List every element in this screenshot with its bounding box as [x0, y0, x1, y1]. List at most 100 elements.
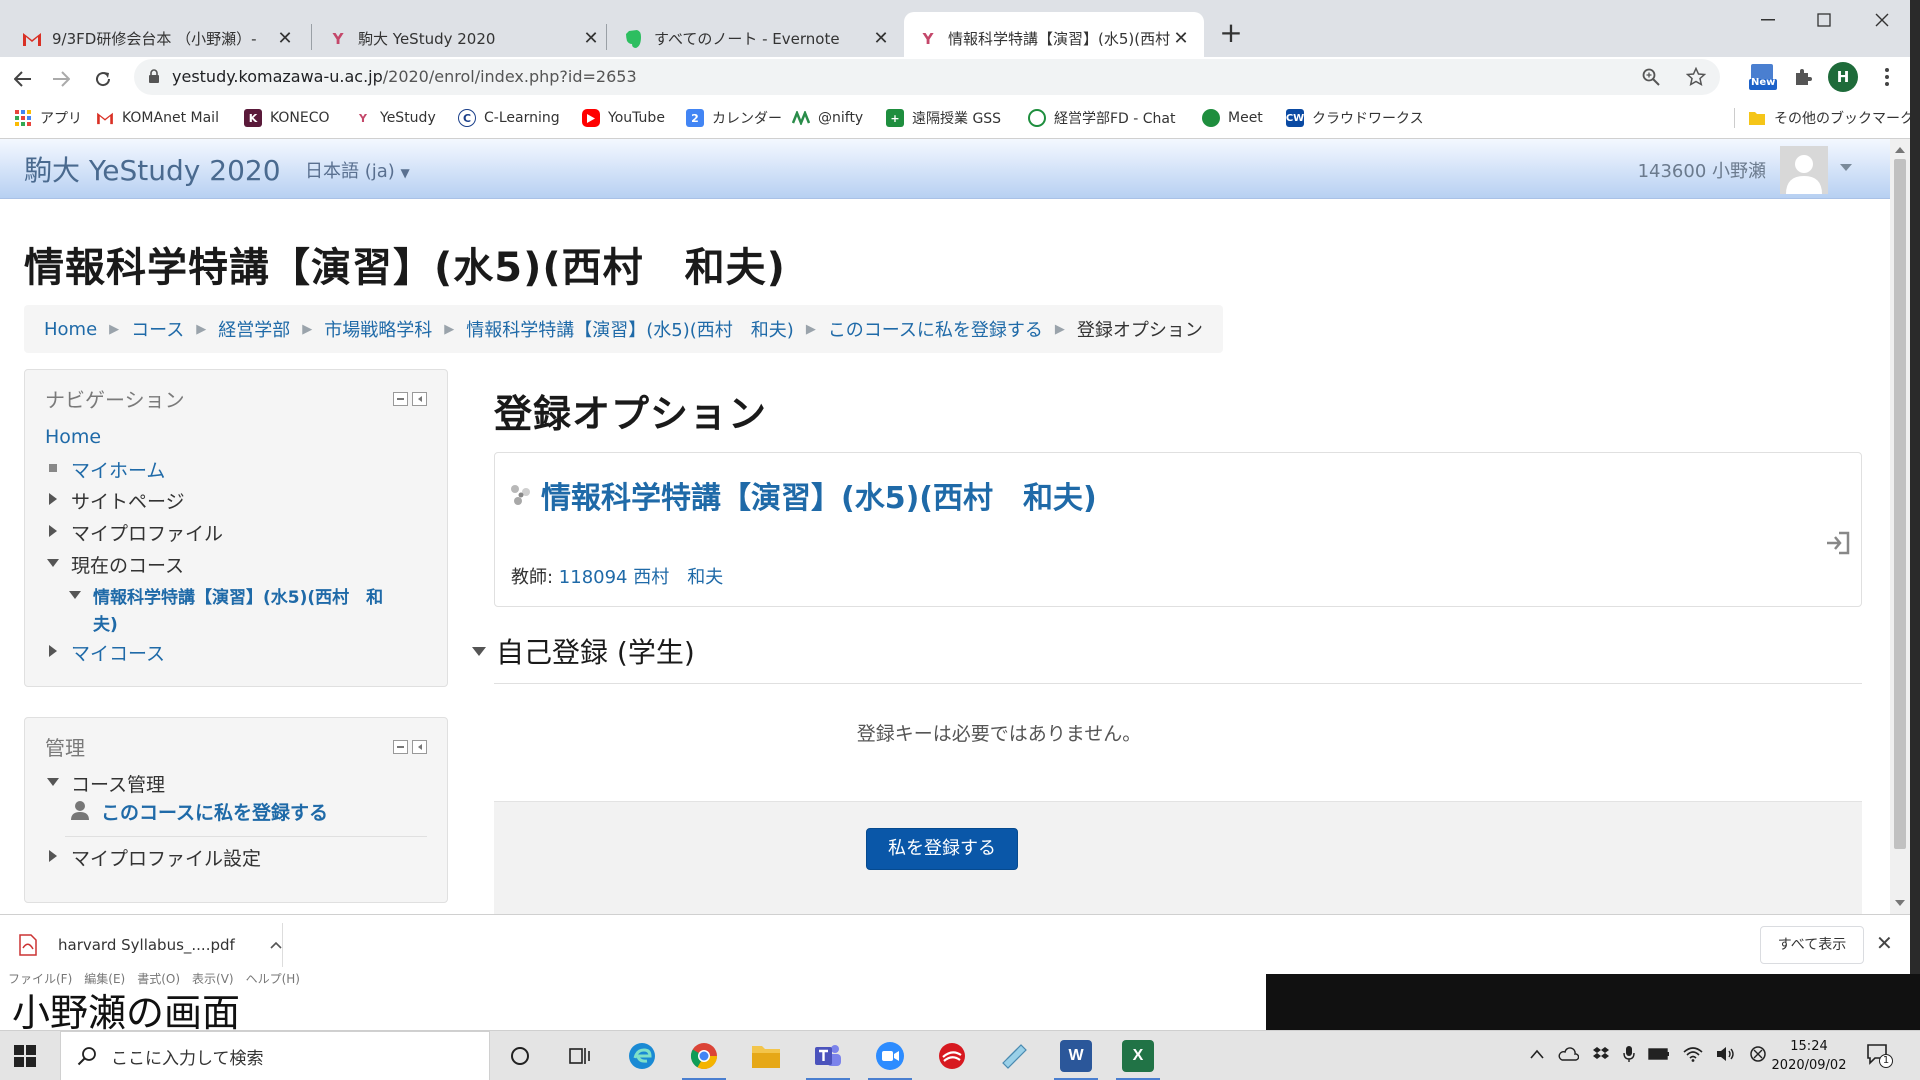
user-menu-caret-icon[interactable]: [1840, 164, 1852, 171]
teams-icon[interactable]: [806, 1040, 850, 1080]
bookmark-chat[interactable]: 経営学部FD - Chat: [1028, 105, 1176, 131]
bookmark-c-learning[interactable]: C C-Learning: [458, 105, 560, 131]
bookmark-koneco[interactable]: K KONECO: [244, 105, 330, 131]
enrol-me-button[interactable]: 私を登録する: [866, 828, 1018, 870]
breadcrumb-faculty[interactable]: 経営学部: [218, 316, 290, 342]
chevron-up-icon[interactable]: [1530, 1049, 1544, 1059]
nav-my-courses[interactable]: マイコース: [45, 639, 165, 666]
reload-button[interactable]: [86, 62, 120, 96]
close-icon[interactable]: ✕: [276, 28, 294, 49]
dock-block-icon[interactable]: [412, 392, 427, 406]
crowdworks-icon: CW: [1286, 109, 1304, 127]
scroll-down-icon[interactable]: [1895, 900, 1905, 906]
volume-icon[interactable]: [1716, 1046, 1736, 1062]
self-enrol-section-header[interactable]: 自己登録 (学生): [472, 631, 695, 671]
teacher-name-link[interactable]: 118094 西村 和夫: [559, 567, 723, 588]
bookmark-calendar[interactable]: 2 カレンダー: [686, 105, 782, 131]
admin-course-admin[interactable]: コース管理: [45, 770, 165, 797]
word-icon[interactable]: W: [1054, 1040, 1098, 1080]
puzzle-icon[interactable]: [1788, 62, 1818, 92]
taskbar-clock[interactable]: 15:24 2020/09/02: [1764, 1037, 1854, 1075]
snipping-tool-icon[interactable]: [998, 1040, 1030, 1072]
show-all-downloads-button[interactable]: すべて表示: [1760, 926, 1864, 964]
taskbar: ここに入力して検索 W X 15:24 2020/09/02 1: [0, 1030, 1920, 1080]
bookmark-apps[interactable]: アプリ: [14, 105, 82, 131]
bookmark-yestudy[interactable]: Y YeStudy: [354, 105, 436, 131]
extension-new-icon[interactable]: New: [1748, 62, 1778, 92]
forward-button[interactable]: [44, 62, 78, 96]
close-icon[interactable]: ✕: [1172, 28, 1190, 49]
task-view-icon[interactable]: [564, 1040, 596, 1072]
language-menu[interactable]: 日本語 (ja) ▼: [305, 157, 410, 183]
close-icon[interactable]: ✕: [1876, 931, 1893, 955]
nifty-icon: [792, 109, 810, 127]
bookmark-other[interactable]: その他のブックマーク: [1748, 105, 1914, 131]
close-icon[interactable]: ✕: [582, 28, 600, 49]
bookmark-label: 経営学部FD - Chat: [1054, 111, 1176, 127]
bookmark-gss[interactable]: + 遠隔授業 GSS: [886, 105, 1001, 131]
bookmark-nifty[interactable]: @nifty: [792, 105, 863, 131]
admin-enrol-me[interactable]: このコースに私を登録する: [69, 798, 328, 825]
menu-dots-icon[interactable]: [1872, 62, 1902, 92]
nav-current-course[interactable]: 現在のコース: [45, 551, 184, 578]
site-brand[interactable]: 駒大 YeStudy 2020: [24, 149, 281, 189]
edge-icon[interactable]: [626, 1040, 658, 1072]
close-icon[interactable]: ✕: [872, 28, 890, 49]
admin-profile-settings[interactable]: マイプロファイル設定: [45, 844, 261, 871]
breadcrumb-enrol-me[interactable]: このコースに私を登録する: [828, 316, 1043, 342]
excel-icon[interactable]: X: [1116, 1040, 1160, 1080]
breadcrumb-course[interactable]: 情報科学特講【演習】(水5)(西村 和夫): [466, 316, 794, 342]
enrol-icon[interactable]: [1825, 531, 1851, 555]
file-explorer-icon[interactable]: [750, 1040, 782, 1072]
nav-label: 情報科学特講【演習】(水5)(西村 和: [93, 588, 384, 608]
zoom-icon[interactable]: [1642, 68, 1660, 86]
zoom-app-icon[interactable]: [868, 1040, 912, 1080]
breadcrumb-courses[interactable]: コース: [131, 316, 184, 342]
avatar[interactable]: [1780, 146, 1828, 194]
bookmark-komanet-mail[interactable]: KOMAnet Mail: [96, 105, 219, 131]
breadcrumb-department[interactable]: 市場戦略学科: [324, 316, 432, 342]
scrollbar-thumb[interactable]: [1894, 159, 1906, 849]
minimize-button[interactable]: [1740, 0, 1796, 40]
collapse-block-icon[interactable]: [393, 740, 408, 754]
breadcrumb-home[interactable]: Home: [44, 319, 97, 340]
dropbox-icon[interactable]: [1592, 1046, 1610, 1062]
nav-course-link[interactable]: 情報科学特講【演習】(水5)(西村 和: [67, 583, 383, 608]
onedrive-icon[interactable]: [1557, 1047, 1579, 1061]
close-window-button[interactable]: [1854, 0, 1910, 40]
maximize-button[interactable]: [1796, 0, 1852, 40]
microphone-icon[interactable]: [1623, 1045, 1635, 1063]
trend-micro-icon[interactable]: [936, 1040, 968, 1072]
nav-home[interactable]: Home: [45, 426, 101, 448]
nav-course-link-cont[interactable]: 夫): [93, 610, 118, 635]
cortana-icon[interactable]: [504, 1040, 536, 1072]
nav-my-profile[interactable]: マイプロファイル: [45, 519, 223, 546]
bookmark-crowdworks[interactable]: CW クラウドワークス: [1286, 105, 1424, 131]
address-bar[interactable]: yestudy.komazawa-u.ac.jp/2020/enrol/inde…: [134, 59, 1720, 95]
download-item[interactable]: harvard Syllabus_....pdf: [18, 925, 282, 965]
back-button[interactable]: [6, 62, 40, 96]
bookmark-meet[interactable]: Meet: [1202, 105, 1263, 131]
bookmark-youtube[interactable]: YouTube: [582, 105, 665, 131]
notification-center-icon[interactable]: 1: [1866, 1043, 1893, 1068]
nav-my-home[interactable]: マイホーム: [45, 456, 165, 483]
profile-avatar[interactable]: H: [1828, 62, 1858, 92]
course-name-link[interactable]: 情報科学特講【演習】(水5)(西村 和夫): [541, 473, 1097, 517]
collapse-block-icon[interactable]: [393, 392, 408, 406]
yestudy-icon: Y: [922, 29, 934, 48]
nav-site-pages[interactable]: サイトページ: [45, 487, 185, 514]
wifi-icon[interactable]: [1683, 1046, 1703, 1062]
search-icon: [77, 1046, 97, 1066]
scroll-up-icon[interactable]: [1895, 147, 1905, 153]
block-controls: [393, 392, 427, 406]
user-name[interactable]: 143600 小野瀬 拡: [1638, 157, 1802, 183]
new-tab-button[interactable]: +: [1216, 18, 1246, 48]
windows-start-icon[interactable]: [14, 1045, 36, 1067]
dock-block-icon[interactable]: [412, 740, 427, 754]
chevron-up-icon[interactable]: [270, 941, 282, 949]
battery-icon[interactable]: [1648, 1048, 1670, 1060]
chrome-icon[interactable]: [682, 1040, 726, 1080]
taskbar-search[interactable]: ここに入力して検索: [60, 1031, 490, 1080]
vertical-scrollbar[interactable]: [1890, 139, 1910, 914]
star-icon[interactable]: [1686, 67, 1706, 87]
